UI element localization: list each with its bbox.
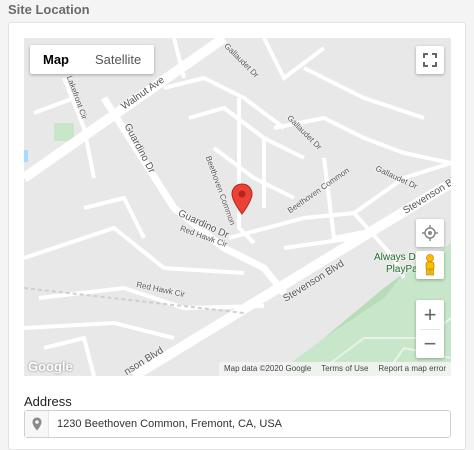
street-view-pegman-button[interactable] bbox=[416, 251, 444, 279]
address-input[interactable] bbox=[49, 418, 429, 430]
report-map-error-link[interactable]: Report a map error bbox=[373, 362, 451, 376]
section-title: Site Location bbox=[8, 2, 90, 17]
site-location-page: Site Location Walnut Ave Lakefront Cir G… bbox=[0, 0, 474, 450]
fullscreen-button[interactable] bbox=[416, 46, 444, 74]
map-type-satellite-button[interactable]: Satellite bbox=[82, 45, 154, 74]
map-pin-icon bbox=[32, 417, 41, 431]
address-icon-box bbox=[25, 411, 49, 437]
fullscreen-icon bbox=[423, 53, 437, 67]
crosshair-icon bbox=[422, 225, 438, 241]
address-label: Address bbox=[24, 394, 72, 409]
google-logo[interactable]: Google bbox=[28, 359, 73, 374]
map-type-control: Map Satellite bbox=[30, 45, 155, 74]
location-marker-icon[interactable] bbox=[231, 183, 253, 215]
minus-icon: − bbox=[423, 330, 437, 356]
plus-icon: + bbox=[423, 301, 437, 327]
pegman-icon bbox=[425, 254, 435, 276]
map-data-text: Map data ©2020 Google bbox=[223, 364, 312, 373]
map-attribution: Map data ©2020 Google Terms of Use Repor… bbox=[218, 362, 451, 376]
terms-of-use-link[interactable]: Terms of Use bbox=[316, 362, 373, 376]
zoom-control: + − bbox=[416, 300, 444, 358]
zoom-out-button[interactable]: − bbox=[416, 329, 444, 358]
address-field[interactable] bbox=[24, 410, 451, 438]
zoom-divider bbox=[420, 329, 440, 330]
my-location-button[interactable] bbox=[416, 219, 444, 247]
map-type-map-button[interactable]: Map bbox=[30, 45, 82, 74]
zoom-in-button[interactable]: + bbox=[416, 300, 444, 329]
map-view[interactable]: Walnut Ave Lakefront Cir Guardino Dr Bee… bbox=[24, 38, 451, 376]
